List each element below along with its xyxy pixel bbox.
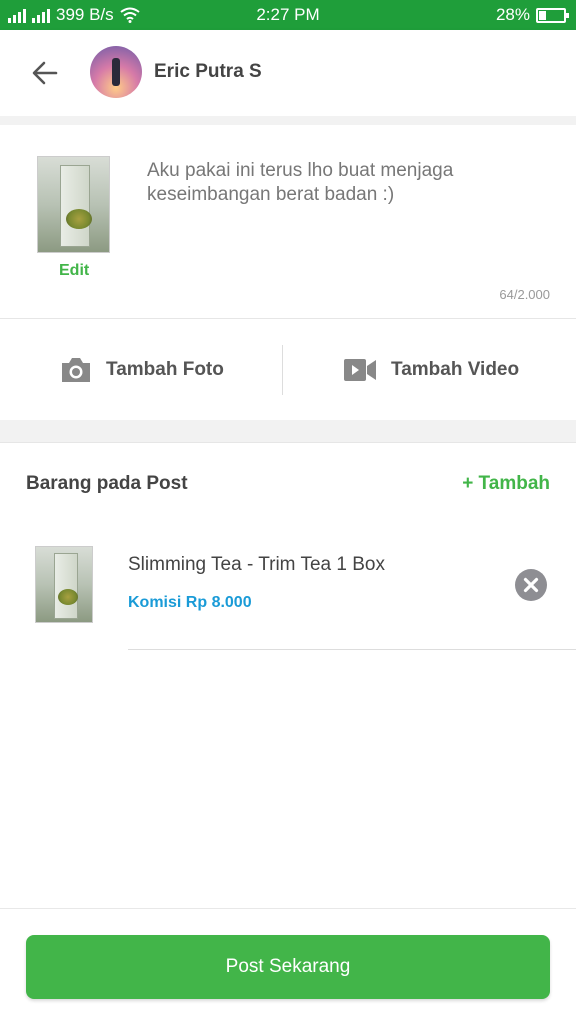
footer: Post Sekarang bbox=[0, 908, 576, 1024]
user-name[interactable]: Eric Putra S bbox=[154, 61, 262, 83]
post-items-section: Barang pada Post + Tambah Slimming Tea -… bbox=[0, 443, 576, 908]
commission-label: Komisi Rp 8.000 bbox=[128, 594, 252, 611]
compose-section: Edit Aku pakai ini terus lho buat menjag… bbox=[0, 125, 576, 317]
battery-level bbox=[539, 10, 546, 20]
product-box-image bbox=[54, 553, 78, 619]
divider bbox=[0, 116, 576, 125]
add-video-button[interactable]: Tambah Video bbox=[343, 319, 519, 421]
status-right: 28% bbox=[495, 5, 569, 25]
media-row: Tambah Foto Tambah Video bbox=[0, 318, 576, 420]
status-bar: 399 B/s 2:27 PM 28% bbox=[0, 0, 576, 30]
battery-icon bbox=[536, 7, 569, 23]
arrow-left-icon[interactable] bbox=[28, 56, 62, 90]
item-divider bbox=[128, 649, 576, 650]
divider bbox=[0, 420, 576, 443]
tea-cup-image bbox=[58, 589, 78, 605]
camera-icon bbox=[62, 358, 90, 382]
edit-image-link[interactable]: Edit bbox=[59, 262, 89, 280]
add-item-button[interactable]: + Tambah bbox=[462, 473, 550, 495]
add-photo-button[interactable]: Tambah Foto bbox=[60, 319, 224, 421]
char-counter: 64/2.000 bbox=[499, 287, 550, 302]
app-bar: Eric Putra S bbox=[0, 30, 576, 116]
add-video-label: Tambah Video bbox=[391, 359, 520, 380]
product-box-image bbox=[60, 165, 90, 247]
avatar-figure bbox=[112, 58, 120, 86]
avatar[interactable] bbox=[90, 46, 142, 98]
clock: 2:27 PM bbox=[256, 5, 320, 24]
tea-cup-image bbox=[66, 209, 92, 229]
product-name[interactable]: Slimming Tea - Trim Tea 1 Box bbox=[128, 554, 385, 576]
remove-item-icon[interactable] bbox=[515, 569, 547, 601]
video-camera-icon bbox=[344, 359, 376, 381]
post-now-button[interactable]: Post Sekarang bbox=[26, 935, 550, 999]
post-image-thumbnail[interactable] bbox=[37, 156, 110, 253]
battery-percent: 28% bbox=[495, 5, 530, 24]
caption-input[interactable]: Aku pakai ini terus lho buat menjaga kes… bbox=[147, 159, 547, 207]
add-photo-label: Tambah Foto bbox=[106, 359, 224, 380]
items-title: Barang pada Post bbox=[26, 473, 188, 494]
media-separator bbox=[282, 345, 283, 395]
product-thumbnail bbox=[35, 546, 93, 623]
